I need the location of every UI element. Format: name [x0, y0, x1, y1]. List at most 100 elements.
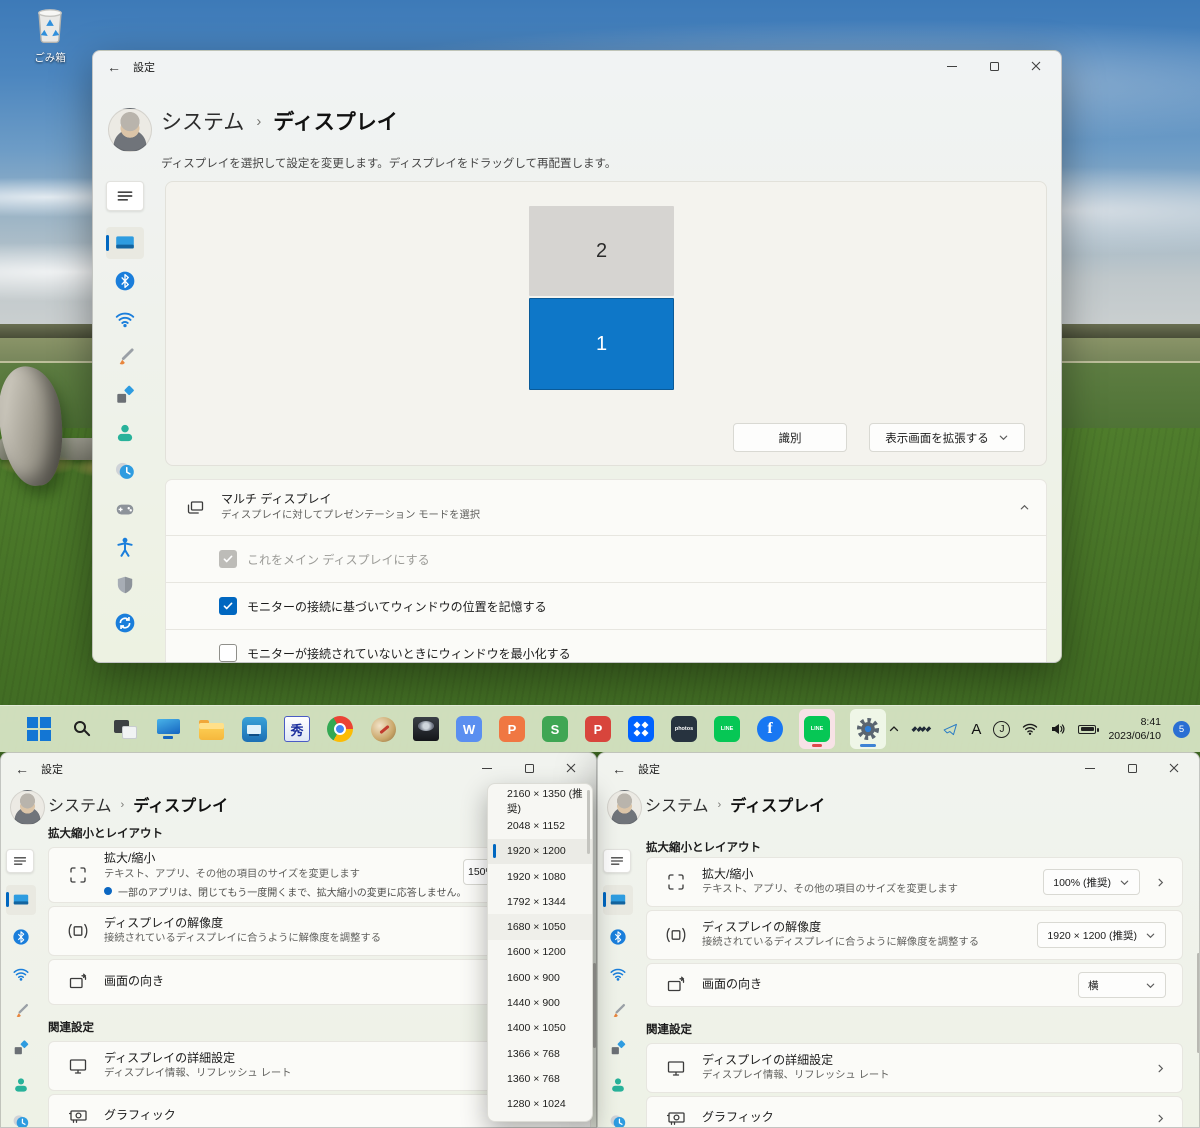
sidebar-item-privacy[interactable]	[106, 569, 144, 601]
sidebar-item-personalization[interactable]	[6, 996, 36, 1026]
taskbar-app-settings[interactable]	[850, 709, 886, 749]
sidebar-item-time-language[interactable]	[6, 1107, 36, 1127]
breadcrumb-system[interactable]: システム	[645, 792, 709, 816]
telegram-tray-icon[interactable]	[942, 721, 959, 738]
taskbar-app-line[interactable]: LINE	[799, 709, 835, 749]
sidebar-item-windows-update[interactable]	[106, 607, 144, 639]
sidebar-item-display[interactable]	[106, 227, 144, 259]
breadcrumb-system[interactable]: システム	[161, 106, 244, 136]
sidebar-item-personalization[interactable]	[106, 341, 144, 373]
back-button[interactable]	[15, 761, 29, 777]
sidebar-item-apps[interactable]	[603, 1033, 633, 1063]
advanced-display-card[interactable]: ディスプレイの詳細設定 ディスプレイ情報、リフレッシュ レート	[646, 1043, 1183, 1093]
chevron-right-icon[interactable]	[1155, 1063, 1166, 1074]
sidebar-item-accounts[interactable]	[106, 417, 144, 449]
sidebar-item-apps[interactable]	[106, 379, 144, 411]
chevron-up-icon[interactable]	[1019, 502, 1030, 513]
resolution-value-dropdown[interactable]: 1920 × 1200 (推奨)	[1037, 922, 1166, 948]
chevron-right-icon[interactable]	[1155, 1113, 1166, 1124]
resolution-card[interactable]: ディスプレイの解像度 接続されているディスプレイに合うように解像度を調整する 1…	[646, 910, 1183, 960]
checkbox-unchecked[interactable]	[219, 644, 237, 662]
battery-icon[interactable]	[1078, 724, 1099, 734]
multi-display-card[interactable]: マルチ ディスプレイ ディスプレイに対してプレゼンテーション モードを選択	[165, 479, 1047, 536]
sidebar-item-bluetooth[interactable]	[106, 265, 144, 297]
j-tray-icon[interactable]: J	[993, 720, 1011, 738]
close-button[interactable]	[550, 753, 592, 783]
dropdown-option-5[interactable]: 1680 × 1050	[488, 914, 592, 940]
avatar[interactable]	[10, 790, 45, 825]
sidebar-item-time-language[interactable]	[106, 455, 144, 487]
dropdown-option-1[interactable]: 2048 × 1152	[488, 813, 592, 838]
taskbar-app-wps-writer[interactable]: W	[455, 709, 483, 749]
maximize-button[interactable]	[508, 753, 550, 783]
taskbar-app-line[interactable]: LINE	[713, 709, 741, 749]
identify-button[interactable]: 識別	[733, 423, 847, 452]
monitor-2[interactable]: 2	[529, 206, 674, 296]
scrollbar[interactable]	[593, 963, 596, 1048]
taskbar-app-hidemaru[interactable]: 秀	[283, 709, 311, 749]
dropdown-option-12[interactable]: 1280 × 1024	[488, 1092, 592, 1117]
extend-display-dropdown[interactable]: 表示画面を拡張する	[869, 423, 1025, 452]
taskbar-app-remote-desktop[interactable]	[240, 709, 268, 749]
dropdown-option-8[interactable]: 1440 × 900	[488, 990, 592, 1015]
minimize-button[interactable]	[466, 753, 508, 783]
taskbar-app-chrome[interactable]	[326, 709, 354, 749]
taskbar-app-facebook[interactable]: f	[756, 709, 784, 749]
volume-icon[interactable]	[1050, 721, 1066, 737]
taskbar-app-search[interactable]	[68, 709, 96, 749]
nav-menu-button[interactable]	[106, 181, 144, 211]
minimize-button[interactable]	[1069, 753, 1111, 783]
hidden-icons-chevron-icon[interactable]	[888, 723, 900, 735]
nav-menu-button[interactable]	[6, 849, 34, 873]
avatar[interactable]	[108, 108, 152, 152]
maximize-button[interactable]	[973, 51, 1015, 81]
dropdown-option-0[interactable]: 2160 × 1350 (推奨)	[488, 788, 592, 815]
sidebar-item-display[interactable]	[6, 885, 36, 915]
sidebar-item-apps[interactable]	[6, 1033, 36, 1063]
dropbox-tray-icon[interactable]	[911, 720, 931, 738]
sidebar-item-display[interactable]	[603, 885, 633, 915]
taskbar-app-task-view[interactable]	[111, 709, 139, 749]
sidebar-item-network[interactable]	[603, 959, 633, 989]
dropdown-option-3[interactable]: 1920 × 1080	[488, 864, 592, 889]
nav-menu-button[interactable]	[603, 849, 631, 873]
orientation-value-dropdown[interactable]: 横	[1078, 972, 1166, 998]
dropdown-option-11[interactable]: 1360 × 768	[488, 1066, 592, 1091]
recycle-bin[interactable]: ごみ箱	[20, 6, 80, 65]
dropdown-option-7[interactable]: 1600 × 900	[488, 965, 592, 990]
maximize-button[interactable]	[1111, 753, 1153, 783]
avatar[interactable]	[607, 790, 642, 825]
sidebar-item-accessibility[interactable]	[106, 531, 144, 563]
sidebar-item-gaming[interactable]	[106, 493, 144, 525]
taskbar-app-wps-pdf[interactable]: P	[584, 709, 612, 749]
graphics-card[interactable]: グラフィック	[646, 1096, 1183, 1127]
back-button[interactable]	[107, 59, 121, 75]
dropdown-option-4[interactable]: 1792 × 1344	[488, 889, 592, 914]
close-button[interactable]	[1153, 753, 1195, 783]
taskbar-app-paint-palette[interactable]	[369, 709, 397, 749]
sidebar-item-network[interactable]	[6, 959, 36, 989]
sidebar-item-time-language[interactable]	[603, 1107, 633, 1127]
scale-card[interactable]: 拡大/縮小 テキスト、アプリ、その他の項目のサイズを変更します 100% (推奨…	[646, 857, 1183, 907]
sidebar-item-accounts[interactable]	[6, 1070, 36, 1100]
taskbar-app-start[interactable]	[25, 709, 53, 749]
sidebar-item-accounts[interactable]	[603, 1070, 633, 1100]
dropdown-scrollbar[interactable]	[587, 790, 590, 854]
clock[interactable]: 8:41 2023/06/10	[1108, 715, 1161, 743]
minimize-button[interactable]	[931, 51, 973, 81]
dropdown-option-6[interactable]: 1600 × 1200	[488, 940, 592, 965]
taskbar-app-amazon-photos[interactable]: photos	[670, 709, 698, 749]
taskbar-app-file-explorer[interactable]	[197, 709, 225, 749]
wifi-icon[interactable]	[1022, 721, 1038, 737]
scale-value-dropdown[interactable]: 100% (推奨)	[1043, 869, 1140, 895]
taskbar-app-wps-presentation[interactable]: P	[498, 709, 526, 749]
monitor-1[interactable]: 1	[529, 298, 674, 390]
back-button[interactable]	[612, 761, 626, 777]
taskbar-app-wps-spreadsheet[interactable]: S	[541, 709, 569, 749]
sidebar-item-personalization[interactable]	[603, 996, 633, 1026]
breadcrumb-system[interactable]: システム	[48, 792, 112, 816]
taskbar-app-dropbox[interactable]	[627, 709, 655, 749]
taskbar-app-desktop-monitor[interactable]	[154, 709, 182, 749]
ime-mode-indicator[interactable]: A	[971, 721, 981, 738]
notification-badge[interactable]: 5	[1173, 720, 1190, 738]
